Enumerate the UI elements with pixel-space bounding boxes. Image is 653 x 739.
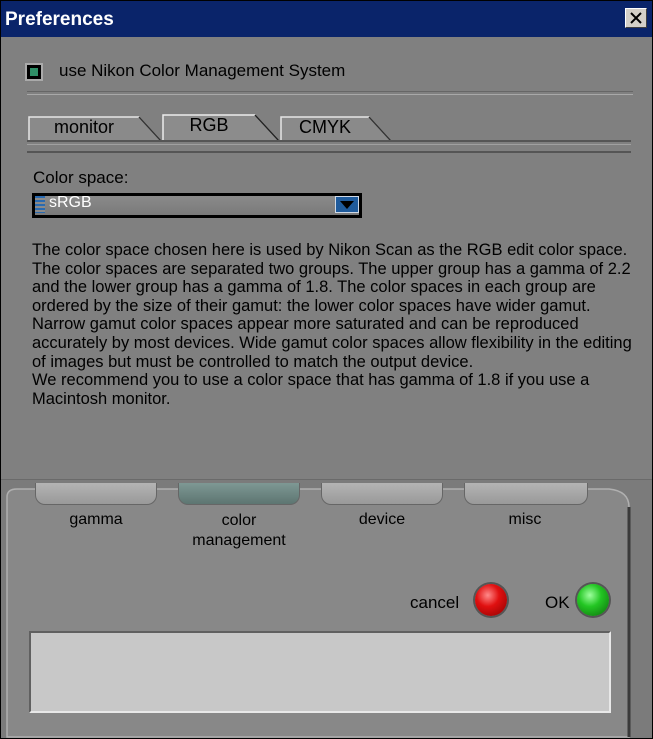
ok-label: OK bbox=[545, 593, 570, 612]
category-label-misc: misc bbox=[508, 511, 542, 528]
tab-monitor-label: monitor bbox=[53, 117, 115, 137]
category-label-gamma: gamma bbox=[69, 511, 123, 528]
close-button[interactable] bbox=[625, 8, 647, 28]
category-panel: gamma color management device misc cance… bbox=[1, 479, 652, 738]
color-space-value: sRGB bbox=[49, 194, 92, 211]
color-tabs: monitor RGB CMYK bbox=[27, 113, 631, 153]
tab-rgb-label: RGB bbox=[189, 115, 229, 135]
category-tab-gamma[interactable] bbox=[35, 483, 157, 505]
category-tab-device[interactable] bbox=[321, 483, 443, 505]
list-icon bbox=[35, 196, 45, 213]
description-paragraph: Narrow gamut color spaces appear more sa… bbox=[32, 315, 632, 371]
divider bbox=[27, 91, 633, 95]
preferences-window: Preferences use Nikon Color Management S… bbox=[0, 0, 653, 739]
description-paragraph: The color space chosen here is used by N… bbox=[32, 241, 631, 315]
dropdown-button[interactable] bbox=[335, 196, 359, 213]
category-label-color-management: color management bbox=[192, 512, 286, 549]
color-space-label: Color space: bbox=[33, 168, 129, 187]
cms-label: use Nikon Color Management System bbox=[59, 61, 346, 80]
color-space-description: The color space chosen here is used by N… bbox=[32, 241, 632, 408]
tab-cmyk[interactable]: CMYK bbox=[281, 113, 369, 141]
title-bar[interactable]: Preferences bbox=[1, 1, 652, 37]
cancel-label: cancel bbox=[410, 593, 460, 612]
window-title: Preferences bbox=[5, 9, 114, 30]
ok-button[interactable] bbox=[577, 584, 609, 616]
status-message-box bbox=[29, 631, 611, 713]
cms-checkbox[interactable] bbox=[25, 63, 43, 81]
tab-rgb[interactable]: RGB bbox=[163, 113, 255, 141]
tab-monitor[interactable]: monitor bbox=[29, 113, 139, 141]
color-space-select[interactable]: sRGB bbox=[32, 193, 362, 218]
chevron-down-icon bbox=[340, 201, 354, 209]
close-icon bbox=[630, 12, 642, 24]
description-paragraph: We recommend you to use a color space th… bbox=[32, 371, 590, 408]
tab-baseline bbox=[27, 140, 631, 153]
tab-cmyk-label: CMYK bbox=[298, 117, 351, 137]
category-label-device: device bbox=[358, 511, 406, 528]
cancel-button[interactable] bbox=[475, 584, 507, 616]
category-tab-misc[interactable] bbox=[464, 483, 588, 505]
category-tab-color-management[interactable] bbox=[178, 483, 300, 505]
